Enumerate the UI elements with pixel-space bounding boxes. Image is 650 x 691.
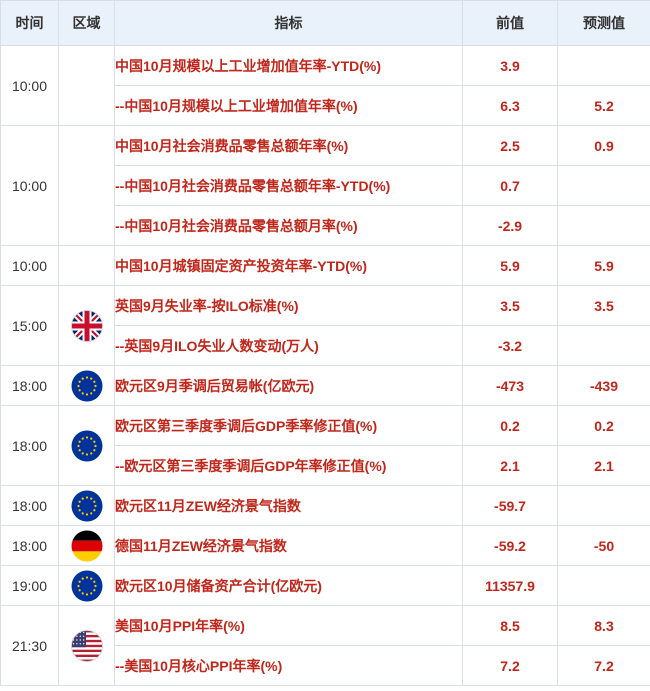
previous-value: 11357.9 [462,565,558,606]
previous-value: 0.2 [462,405,558,446]
forecast-value [557,485,650,526]
indicator-name[interactable]: 欧元区11月ZEW经济景气指数 [114,485,463,526]
table-row: 18:00 欧元区9月季调后贸易帐(亿欧元) -473 -439 [0,365,650,406]
uk-flag-icon [70,309,103,342]
region-flag-cell [58,565,115,606]
economic-calendar-table: 时间 区域 指标 前值 预测值 10:00 中国10月规模以上工业增加值年率-YT… [0,0,650,686]
indicator-name[interactable]: --美国10月核心PPI年率(%) [114,645,463,686]
forecast-value: 7.2 [557,645,650,686]
event-time: 18:00 [0,525,59,566]
indicator-name[interactable]: --中国10月规模以上工业增加值年率(%) [114,85,463,126]
indicator-name[interactable]: 欧元区第三季度季调后GDP季率修正值(%) [114,405,463,446]
germany-flag-icon [71,530,103,562]
region-flag-cell [58,285,115,366]
event-time: 10:00 [0,45,59,126]
previous-value: 0.7 [462,165,558,206]
eu-flag-icon [71,430,103,462]
table-row: 10:00 中国10月规模以上工业增加值年率-YTD(%) 3.9 [0,45,650,126]
region-flag-cell [58,405,115,486]
indicator-name[interactable]: --中国10月社会消费品零售总额年率-YTD(%) [114,165,463,206]
previous-value: 2.1 [462,445,558,486]
table-row: 21:30 美国10月PPI年率(%) 8.5 8.3 [0,605,650,686]
indicator-name[interactable]: 欧元区10月储备资产合计(亿欧元) [114,565,463,606]
forecast-value [557,565,650,606]
event-time: 10:00 [0,125,59,246]
forecast-value: 5.2 [557,85,650,126]
previous-value: -59.2 [462,525,558,566]
indicator-name[interactable]: 德国11月ZEW经济景气指数 [114,525,463,566]
previous-value: 7.2 [462,645,558,686]
indicator-name[interactable]: --英国9月ILO失业人数变动(万人) [114,325,463,366]
event-time: 18:00 [0,365,59,406]
indicator-name[interactable]: 欧元区9月季调后贸易帐(亿欧元) [114,365,463,406]
table-row: 10:00 中国10月城镇固定资产投资年率-YTD(%) 5.9 5.9 [0,245,650,286]
header-time: 时间 [0,0,59,46]
china-flag-icon [71,170,103,202]
forecast-value: 3.5 [557,285,650,326]
event-time: 18:00 [0,405,59,486]
previous-value: 8.5 [462,605,558,646]
region-flag-cell [58,365,115,406]
forecast-value: 8.3 [557,605,650,646]
china-flag-icon [71,70,103,102]
forecast-value [557,45,650,86]
eu-flag-icon [71,570,103,602]
forecast-value [557,325,650,366]
forecast-value: -439 [557,365,650,406]
header-row: 时间 区域 指标 前值 预测值 [0,0,650,46]
header-previous: 前值 [462,0,558,46]
header-region: 区域 [58,0,115,46]
event-time: 10:00 [0,245,59,286]
indicator-name[interactable]: 中国10月规模以上工业增加值年率-YTD(%) [114,45,463,86]
header-indicator: 指标 [114,0,463,46]
previous-value: 3.9 [462,45,558,86]
previous-value: -2.9 [462,205,558,246]
eu-flag-icon [71,370,103,402]
region-flag-cell [58,45,115,126]
forecast-value [557,165,650,206]
previous-value: 2.5 [462,125,558,166]
table-row: 18:00 德国11月ZEW经济景气指数 -59.2 -50 [0,525,650,566]
forecast-value: 0.9 [557,125,650,166]
indicator-name[interactable]: --中国10月社会消费品零售总额月率(%) [114,205,463,246]
header-forecast: 预测值 [557,0,650,46]
eu-flag-icon [71,490,103,522]
previous-value: 3.5 [462,285,558,326]
region-flag-cell [58,485,115,526]
previous-value: -3.2 [462,325,558,366]
region-flag-cell [58,605,115,686]
forecast-value: 5.9 [557,245,650,286]
region-flag-cell [58,125,115,246]
region-flag-cell [58,525,115,566]
indicator-name[interactable]: 美国10月PPI年率(%) [114,605,463,646]
table-row: 18:00 欧元区第三季度季调后GDP季率修正值(%) 0.2 0.2 [0,405,650,486]
table-row: 15:00 英国9月失业率-按ILO标准(%) 3.5 3.5 [0,285,650,366]
event-time: 15:00 [0,285,59,366]
previous-value: 6.3 [462,85,558,126]
forecast-value [557,205,650,246]
event-time: 19:00 [0,565,59,606]
event-time: 21:30 [0,605,59,686]
indicator-name[interactable]: 中国10月城镇固定资产投资年率-YTD(%) [114,245,463,286]
forecast-value: 2.1 [557,445,650,486]
forecast-value: 0.2 [557,405,650,446]
china-flag-icon [71,250,103,282]
event-time: 18:00 [0,485,59,526]
calendar-body: 10:00 中国10月规模以上工业增加值年率-YTD(%) 3.9 --中国10月规模… [0,45,650,686]
indicator-name[interactable]: 英国9月失业率-按ILO标准(%) [114,285,463,326]
us-flag-icon [70,629,103,662]
table-row: 10:00 中国10月社会消费品零售总额年率(%) 2.5 0.9 [0,125,650,246]
indicator-name[interactable]: 中国10月社会消费品零售总额年率(%) [114,125,463,166]
forecast-value: -50 [557,525,650,566]
table-row: 19:00 欧元区10月储备资产合计(亿欧元) 11357.9 [0,565,650,606]
previous-value: 5.9 [462,245,558,286]
previous-value: -473 [462,365,558,406]
indicator-name[interactable]: --欧元区第三季度季调后GDP年率修正值(%) [114,445,463,486]
previous-value: -59.7 [462,485,558,526]
table-row: 18:00 欧元区11月ZEW经济景气指数 -59.7 [0,485,650,526]
region-flag-cell [58,245,115,286]
